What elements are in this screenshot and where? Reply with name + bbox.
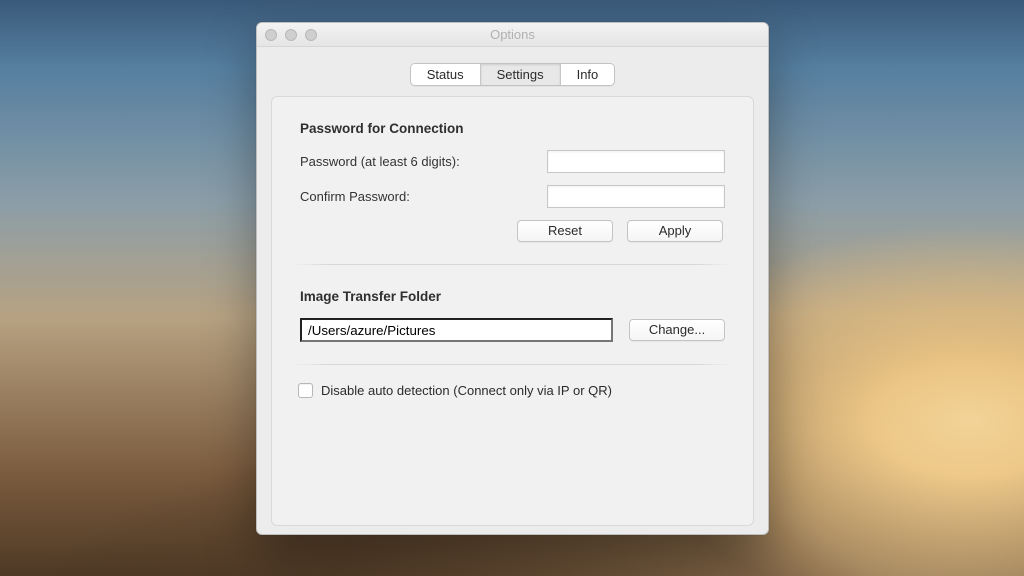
- section-divider-2: [294, 364, 731, 365]
- apply-button[interactable]: Apply: [627, 220, 723, 242]
- confirm-password-input[interactable]: [547, 185, 725, 208]
- minimize-icon[interactable]: [285, 29, 297, 41]
- titlebar[interactable]: Options: [257, 23, 768, 47]
- tab-status[interactable]: Status: [411, 64, 481, 85]
- window-title: Options: [490, 27, 535, 42]
- options-window: Options Status Settings Info Password fo…: [256, 22, 769, 535]
- password-row: Password (at least 6 digits):: [300, 150, 725, 173]
- section-divider: [294, 264, 731, 265]
- confirm-password-row: Confirm Password:: [300, 185, 725, 208]
- tab-settings[interactable]: Settings: [481, 64, 561, 85]
- disable-auto-detect-checkbox[interactable]: [298, 383, 313, 398]
- password-section: Password for Connection Password (at lea…: [298, 115, 727, 248]
- reset-button[interactable]: Reset: [517, 220, 613, 242]
- tab-info[interactable]: Info: [561, 64, 615, 85]
- window-content: Status Settings Info Password for Connec…: [257, 47, 768, 535]
- traffic-lights: [265, 29, 317, 41]
- password-buttons: Reset Apply: [300, 220, 725, 242]
- confirm-password-label: Confirm Password:: [300, 189, 547, 204]
- desktop-wallpaper: Options Status Settings Info Password fo…: [0, 0, 1024, 576]
- close-icon[interactable]: [265, 29, 277, 41]
- segmented-tabs: Status Settings Info: [410, 63, 616, 86]
- folder-section: Image Transfer Folder Change...: [298, 283, 727, 348]
- zoom-icon[interactable]: [305, 29, 317, 41]
- auto-detect-row: Disable auto detection (Connect only via…: [298, 383, 727, 398]
- password-input[interactable]: [547, 150, 725, 173]
- change-button[interactable]: Change...: [629, 319, 725, 341]
- settings-panel: Password for Connection Password (at lea…: [271, 96, 754, 526]
- folder-row: Change...: [300, 318, 725, 342]
- tabs-container: Status Settings Info: [271, 63, 754, 86]
- disable-auto-detect-label: Disable auto detection (Connect only via…: [321, 383, 612, 398]
- folder-section-title: Image Transfer Folder: [300, 289, 725, 304]
- password-section-title: Password for Connection: [300, 121, 725, 136]
- folder-path-input[interactable]: [300, 318, 613, 342]
- password-label: Password (at least 6 digits):: [300, 154, 547, 169]
